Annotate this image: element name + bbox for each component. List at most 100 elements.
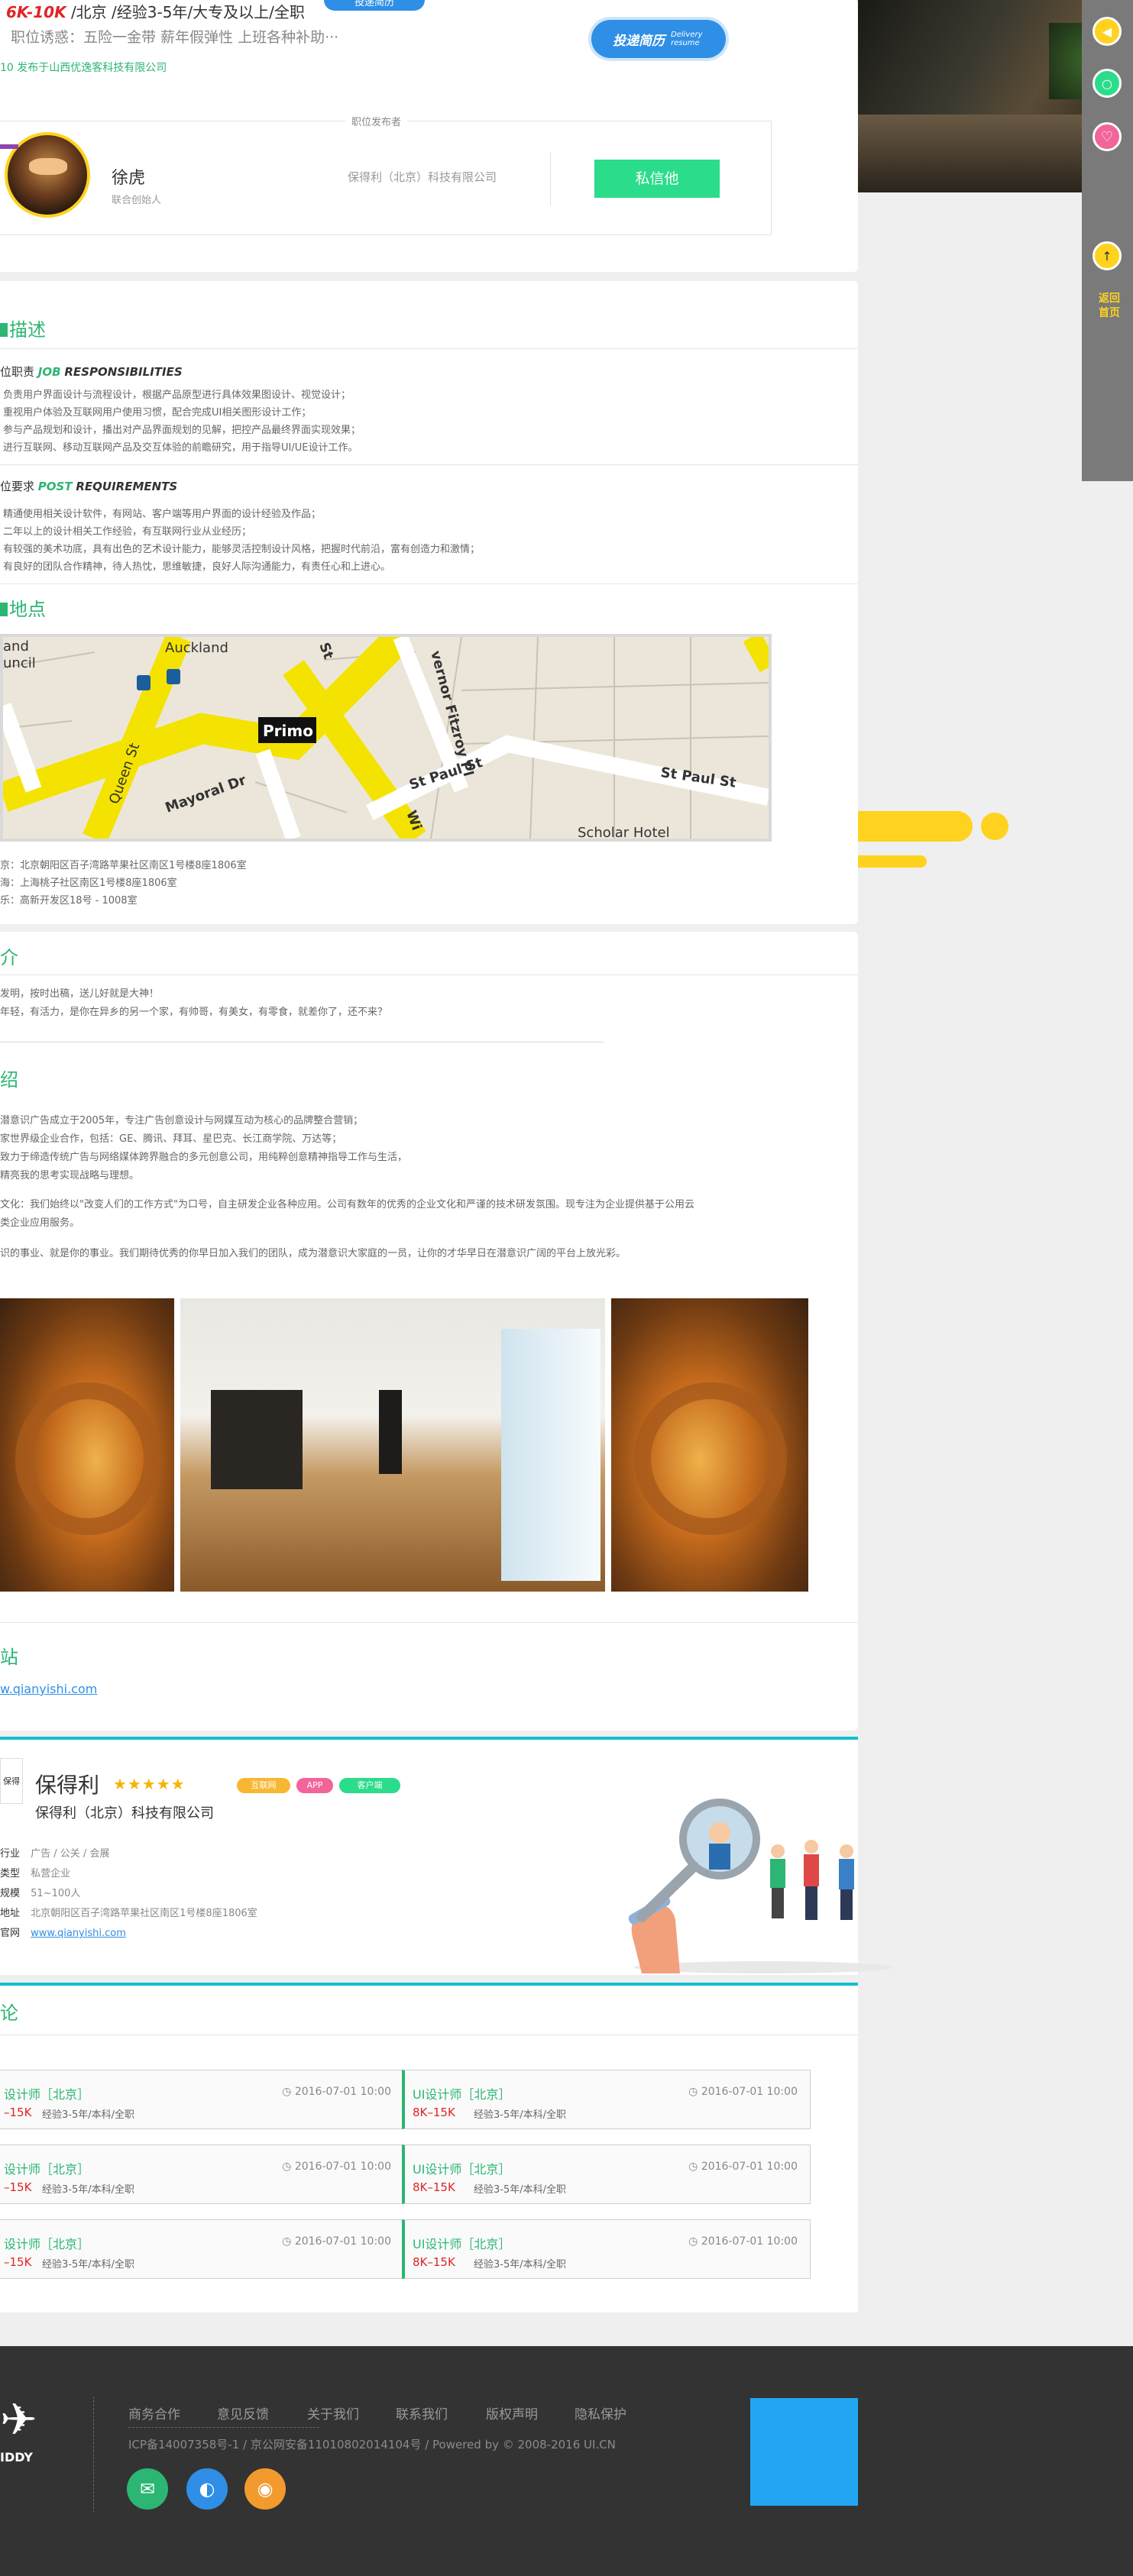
- weibo-icon[interactable]: ◉: [244, 2468, 286, 2510]
- office-photo[interactable]: [0, 1298, 174, 1592]
- related-job-time-text: 2016-07-01 10:00: [294, 2161, 391, 2173]
- footer-link[interactable]: 关于我们: [307, 2403, 359, 2422]
- related-job-card[interactable]: UI设计师［北京］ ◷ 2016-07-01 10:00 8K–15K 经验3-…: [402, 2145, 811, 2204]
- apply-button[interactable]: 投递简历 Delivery resume: [591, 20, 726, 58]
- related-job-time: ◷ 2016-07-01 10:00: [688, 2086, 798, 2098]
- info-label: 行业: [0, 1848, 21, 1860]
- req-heading-en1: POST: [37, 480, 73, 493]
- company-tag: 客户端: [339, 1778, 400, 1793]
- duty-item: 负责用户界面设计与流程设计，根据产品原型进行具体效果图设计、视觉设计；: [3, 389, 351, 401]
- related-job-card[interactable]: 设计师［北京］ ◷ 2016-07-01 10:00 –15K 经验3-5年/本…: [0, 2145, 404, 2204]
- footer-link[interactable]: 商务合作: [128, 2403, 180, 2422]
- location-map[interactable]: Primo Auckland and uncil Queen St Mayora…: [0, 634, 772, 842]
- publisher-name: 徐虎: [112, 169, 146, 188]
- job-summary-line: 6K-10K /北京 /经验3-5年/大专及以上/全职: [6, 0, 305, 22]
- back-to-top-icon[interactable]: ↑: [1093, 241, 1122, 270]
- location-title-text: 地点: [9, 599, 46, 620]
- publisher-box: 职位发布者 徐虎 联合创始人 保得利（北京）科技有限公司 私信他: [0, 114, 772, 235]
- related-job-meta: 经验3-5年/本科/全职: [42, 2109, 134, 2121]
- info-value: 51~100人: [31, 1888, 81, 1899]
- requirement-item: 二年以上的设计相关工作经验，有互联网行业从业经历；: [3, 526, 252, 538]
- wechat-icon[interactable]: ✉: [127, 2468, 168, 2510]
- address-line: 海：上海桃子社区南区1号楼8座1806室: [0, 878, 177, 889]
- company-tag: APP: [296, 1778, 333, 1793]
- footer-logo-mark: ✈: [0, 2393, 37, 2445]
- related-job-time: ◷ 2016-07-01 10:00: [688, 2161, 798, 2173]
- map-label: Primo: [263, 722, 313, 740]
- info-label: 类型: [0, 1868, 21, 1879]
- qq-icon[interactable]: ◐: [186, 2468, 228, 2510]
- team-title: 介: [0, 947, 18, 968]
- intro-line: 潜意识广告成立于2005年，专注广告创意设计与网媒互动为核心的品牌整合营销；: [0, 1115, 364, 1126]
- requirement-item: 精通使用相关设计软件，有网站、客户端等用户界面的设计经验及作品；: [3, 509, 322, 520]
- related-job-time-text: 2016-07-01 10:00: [701, 2086, 798, 2098]
- footer-logo-text: IDDY: [0, 2450, 33, 2464]
- company-intro-card: 介 发明，按时出稿，送儿好就是大神！ 年轻，有活力，是你在异乡的另一个家，有帅哥…: [0, 932, 858, 1731]
- job-header-card: 投递简历 6K-10K /北京 /经验3-5年/大专及以上/全职 职位诱惑：五险…: [0, 0, 858, 272]
- description-title-text: 描述: [9, 319, 46, 341]
- side-qr-link[interactable]: 返回首页: [1094, 292, 1125, 322]
- intro-line: 类企业应用服务。: [0, 1217, 80, 1229]
- lightbulb-icon[interactable]: ○: [1093, 69, 1122, 98]
- footer-link[interactable]: 版权声明: [486, 2403, 538, 2422]
- company-info-row: 官网 www.qianyishi.com: [0, 1925, 126, 1939]
- megaphone-icon[interactable]: ◀: [1093, 17, 1122, 46]
- intro-line: 文化：我们始终以"改变人们的工作方式"为口号，自主研发企业各种应用。公司有数年的…: [0, 1199, 694, 1210]
- apply-button-sub: Delivery resume: [671, 31, 703, 47]
- apply-tab-label: 投递简历: [354, 0, 394, 8]
- related-job-time: ◷ 2016-07-01 10:00: [282, 2086, 391, 2098]
- related-job-salary: 8K–15K: [413, 2180, 455, 2194]
- related-job-meta: 经验3-5年/本科/全职: [42, 2184, 134, 2196]
- related-job-salary: 8K–15K: [413, 2255, 455, 2269]
- company-website-link[interactable]: www.qianyishi.com: [31, 1928, 126, 1939]
- company-info-row: 类型 私营企业: [0, 1865, 70, 1879]
- related-job-meta: 经验3-5年/本科/全职: [42, 2259, 134, 2271]
- related-job-card[interactable]: UI设计师［北京］ ◷ 2016-07-01 10:00 8K–15K 经验3-…: [402, 2219, 811, 2279]
- company-intro-title: 绍: [0, 1069, 18, 1091]
- related-job-time: ◷ 2016-07-01 10:00: [282, 2235, 391, 2248]
- address-line: 乐：高新开发区18号 - 1008室: [0, 895, 138, 907]
- message-button[interactable]: 私信他: [594, 160, 720, 198]
- heart-icon[interactable]: ♡: [1093, 122, 1122, 151]
- company-info-row: 地址 北京朝阳区百子湾路苹果社区南区1号楼8座1806室: [0, 1905, 257, 1919]
- duty-heading: 位职责 JOB RESPONSIBILITIES: [0, 364, 183, 380]
- office-photo[interactable]: [611, 1298, 808, 1592]
- job-perks: 职位诱惑：五险一金带 薪年假弹性 上班各种补助···: [11, 29, 339, 46]
- footer-link[interactable]: 意见反馈: [217, 2403, 269, 2422]
- duty-item: 重视用户体验及互联网用户使用习惯，配合完成UI相关图形设计工作；: [3, 407, 312, 419]
- related-job-title: UI设计师［北京］: [413, 2162, 511, 2177]
- related-job-salary: –15K: [4, 2180, 32, 2194]
- footer-icp: ICP备14007358号-1 / 京公网安备11010802014104号 /…: [128, 2438, 616, 2452]
- company-card: 保得 保得利 ★★★★★ 互联网 APP 客户端 保得利（北京）科技有限公司 行…: [0, 1737, 894, 1975]
- related-job-card[interactable]: UI设计师［北京］ ◷ 2016-07-01 10:00 8K–15K 经验3-…: [402, 2070, 811, 2129]
- footer-link[interactable]: 隐私保护: [575, 2403, 626, 2422]
- job-publish-info: 10 发布于山西优逸客科技有限公司: [0, 62, 167, 74]
- publisher-role: 联合创始人: [112, 195, 162, 206]
- website-link[interactable]: w.qianyishi.com: [0, 1682, 97, 1696]
- office-photo[interactable]: [180, 1298, 605, 1592]
- related-job-card[interactable]: 设计师［北京］ ◷ 2016-07-01 10:00 –15K 经验3-5年/本…: [0, 2070, 404, 2129]
- map-label: uncil: [3, 655, 36, 671]
- company-info-row: 行业 广告 / 公关 / 会展: [0, 1845, 109, 1860]
- info-label: 地址: [0, 1908, 21, 1919]
- address-line: 京：北京朝阳区百子湾路苹果社区南区1号楼8座1806室: [0, 860, 247, 871]
- related-job-meta: 经验3-5年/本科/全职: [474, 2259, 566, 2271]
- related-job-card[interactable]: 设计师［北京］ ◷ 2016-07-01 10:00 –15K 经验3-5年/本…: [0, 2219, 404, 2279]
- related-job-salary: –15K: [4, 2255, 32, 2269]
- intro-line: 致力于缔造传统广告与网络媒体跨界融合的多元创意公司，用纯粹创意精神指导工作与生活…: [0, 1152, 408, 1163]
- apply-tab-top[interactable]: 投递简历: [324, 0, 425, 11]
- footer-link[interactable]: 联系我们: [396, 2403, 448, 2422]
- related-job-time-text: 2016-07-01 10:00: [701, 2161, 798, 2173]
- publisher-caption: 职位发布者: [345, 114, 408, 128]
- apply-button-label: 投递简历: [613, 33, 665, 49]
- yellow-decor: [858, 811, 973, 842]
- info-value: 北京朝阳区百子湾路苹果社区南区1号楼8座1806室: [31, 1908, 257, 1919]
- footer-logo[interactable]: ✈ IDDY: [0, 2393, 53, 2482]
- yellow-decor-dot: [981, 813, 1008, 840]
- related-job-salary: 8K–15K: [413, 2106, 455, 2119]
- related-job-meta: 经验3-5年/本科/全职: [474, 2184, 566, 2196]
- footer-qr-block[interactable]: [750, 2398, 858, 2506]
- map-label: Auckland: [165, 640, 228, 656]
- description-card: 描述 位职责 JOB RESPONSIBILITIES 负责用户界面设计与流程设…: [0, 281, 858, 924]
- duty-item: 进行互联网、移动互联网产品及交互体验的前瞻研究，用于指导UI/UE设计工作。: [3, 442, 358, 454]
